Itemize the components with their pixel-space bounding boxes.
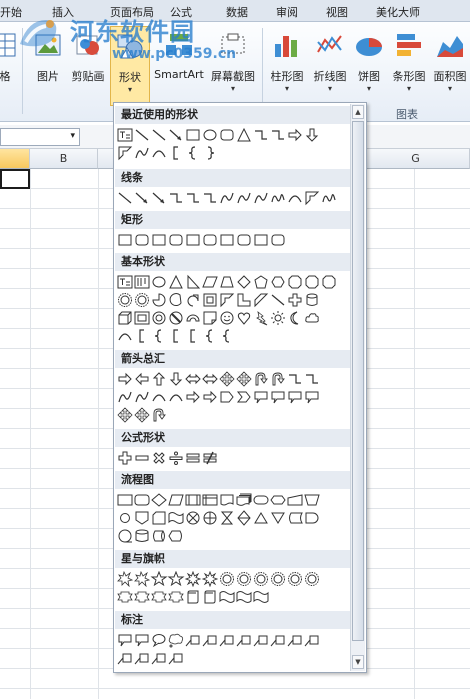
section-basic-shapes: 基本形状 xyxy=(115,253,351,271)
recent-shapes-row[interactable] xyxy=(117,145,357,161)
column-header-b[interactable]: B xyxy=(30,149,98,169)
picture-icon xyxy=(35,34,61,56)
table-icon xyxy=(0,33,16,57)
block-arrows-row[interactable] xyxy=(117,389,357,405)
basic-shapes-row[interactable] xyxy=(117,328,357,344)
pie-chart-icon xyxy=(356,38,382,56)
screenshot-button[interactable]: 屏幕截图 ▾ xyxy=(208,26,258,98)
recent-shapes-row[interactable] xyxy=(117,127,357,143)
pie-chart-label: 饼图 xyxy=(358,70,380,83)
section-equation-shapes: 公式形状 xyxy=(115,429,351,447)
flowchart-row[interactable] xyxy=(117,492,357,508)
tab-review[interactable]: 审阅 xyxy=(276,4,298,20)
column-chart-arrow-icon: ▾ xyxy=(284,84,289,93)
scroll-down-icon[interactable]: ▼ xyxy=(352,655,364,669)
shapes-button[interactable]: 形状 ▾ xyxy=(110,26,150,106)
tab-data[interactable]: 数据 xyxy=(226,4,248,20)
area-chart-label: 面积图 xyxy=(433,70,467,83)
shapes-icon xyxy=(117,34,143,59)
tab-formulas[interactable]: 公式 xyxy=(170,4,192,20)
line-chart-icon xyxy=(317,35,342,53)
picture-button[interactable]: 图片 xyxy=(30,26,66,98)
name-box-dropdown-icon[interactable]: ▾ xyxy=(70,131,75,141)
area-chart-button[interactable]: 面积图 ▾ xyxy=(430,26,470,98)
basic-shapes-row[interactable] xyxy=(117,292,357,308)
column-header-a[interactable] xyxy=(0,149,30,169)
callouts-row[interactable] xyxy=(117,632,357,648)
screenshot-label: 屏幕截图 xyxy=(211,70,255,83)
dropdown-scrollbar[interactable]: ▲ ▼ xyxy=(350,104,365,671)
area-chart-arrow-icon: ▾ xyxy=(447,84,452,93)
ribbon-separator xyxy=(22,28,23,114)
callouts-row[interactable] xyxy=(117,650,357,666)
block-arrows-row[interactable] xyxy=(117,407,357,423)
clipart-icon xyxy=(76,35,99,55)
block-arrows-row[interactable] xyxy=(117,371,357,387)
lines-row[interactable] xyxy=(117,190,357,206)
smartart-label: SmartArt xyxy=(154,68,204,81)
section-stars-banners: 星与旗帜 xyxy=(115,550,351,568)
tab-page-layout[interactable]: 页面布局 xyxy=(110,4,154,20)
ribbon-tab-bar: 开始 插入 页面布局 公式 数据 审阅 视图 美化大师 xyxy=(0,0,470,22)
tab-insert[interactable]: 插入 xyxy=(52,4,74,20)
pie-chart-button[interactable]: 饼图 ▾ xyxy=(352,26,386,98)
charts-group-label: 图表 xyxy=(396,108,418,121)
section-block-arrows: 箭头总汇 xyxy=(115,350,351,368)
pie-chart-arrow-icon: ▾ xyxy=(366,84,371,93)
tab-view[interactable]: 视图 xyxy=(326,4,348,20)
stars-banners-row[interactable] xyxy=(117,589,357,605)
area-chart-icon xyxy=(437,36,463,57)
screenshot-dropdown-arrow-icon: ▾ xyxy=(230,84,235,93)
section-lines: 线条 xyxy=(115,169,351,187)
picture-label: 图片 xyxy=(37,70,59,83)
basic-shapes-row[interactable] xyxy=(117,274,357,290)
table-label: 格 xyxy=(0,70,11,83)
column-chart-icon xyxy=(275,36,297,57)
shapes-dropdown-arrow-icon: ▾ xyxy=(127,85,132,94)
tab-beautify-master[interactable]: 美化大师 xyxy=(376,4,420,20)
stars-banners-row[interactable] xyxy=(117,571,357,587)
bar-chart-button[interactable]: 条形图 ▾ xyxy=(388,26,430,98)
clipart-label: 剪贴画 xyxy=(71,70,105,83)
section-flowchart: 流程图 xyxy=(115,471,351,489)
rectangles-row[interactable] xyxy=(117,232,357,248)
column-chart-button[interactable]: 柱形图 ▾ xyxy=(266,26,308,98)
scroll-up-icon[interactable]: ▲ xyxy=(352,105,364,119)
scroll-thumb[interactable] xyxy=(352,121,364,641)
flowchart-row[interactable] xyxy=(117,528,357,544)
table-button[interactable]: 格 xyxy=(0,26,16,98)
line-chart-button[interactable]: 折线图 ▾ xyxy=(309,26,351,98)
line-chart-label: 折线图 xyxy=(313,70,347,83)
column-header-g[interactable]: G xyxy=(362,149,470,169)
bar-chart-label: 条形图 xyxy=(392,70,426,83)
name-box[interactable]: ▾ xyxy=(0,128,80,146)
bar-chart-icon xyxy=(397,34,421,56)
section-recent-shapes: 最近使用的形状 xyxy=(115,106,351,124)
screenshot-icon xyxy=(221,33,245,54)
active-cell[interactable] xyxy=(0,169,30,189)
shapes-label: 形状 xyxy=(119,71,141,84)
flowchart-row[interactable] xyxy=(117,510,357,526)
smartart-button[interactable]: SmartArt xyxy=(152,26,206,98)
section-rectangles: 矩形 xyxy=(115,211,351,229)
basic-shapes-row[interactable] xyxy=(117,310,357,326)
section-callouts: 标注 xyxy=(115,611,351,629)
tab-home[interactable]: 开始 xyxy=(0,4,22,20)
clipart-button[interactable]: 剪贴画 xyxy=(68,26,108,98)
equation-shapes-row[interactable] xyxy=(117,450,357,466)
shapes-dropdown-menu: 最近使用的形状 线条 矩形 基本形状 箭头总汇 公式形状 流程图 星与旗帜 标注… xyxy=(113,102,367,673)
smartart-icon xyxy=(166,34,192,55)
line-chart-arrow-icon: ▾ xyxy=(327,84,332,93)
bar-chart-arrow-icon: ▾ xyxy=(406,84,411,93)
column-chart-label: 柱形图 xyxy=(270,70,304,83)
